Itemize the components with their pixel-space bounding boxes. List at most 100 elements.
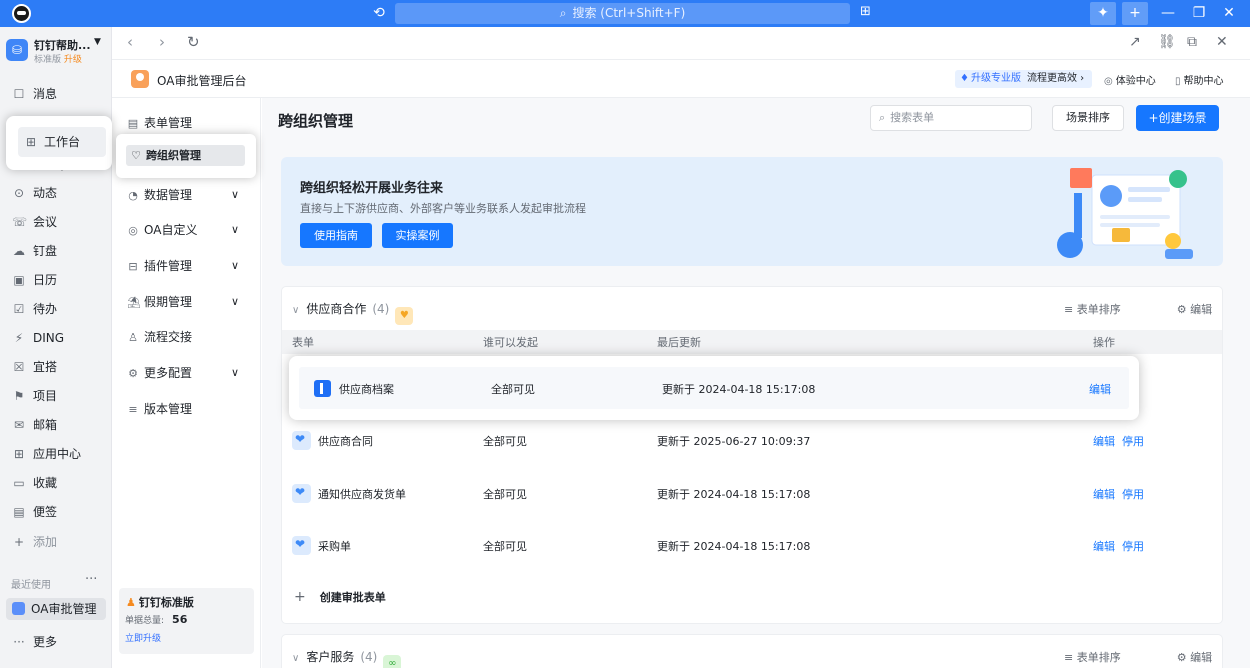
disable-link[interactable]: 停用 — [1122, 433, 1144, 449]
plus-icon[interactable]: + — [1122, 2, 1148, 25]
back-icon[interactable]: ‹ — [127, 33, 133, 51]
group-edit-button[interactable]: ⚙ 编辑 — [1177, 303, 1240, 316]
org-name: 钉钉帮助... — [34, 39, 91, 52]
share-icon[interactable]: ↗ — [1129, 34, 1141, 50]
edit-link[interactable]: 编辑 — [1089, 381, 1111, 397]
vacation-icon: ⛱ — [127, 296, 141, 309]
page-title: 跨组织管理 — [278, 112, 354, 130]
org-switcher[interactable]: ⛁ 钉钉帮助... ▼ 标准版 升级 — [6, 37, 106, 67]
restore-icon[interactable]: ❐ — [1186, 2, 1212, 25]
create-scene-button[interactable]: +创建场景 — [1136, 105, 1219, 131]
nav-item[interactable]: ☁ 钉盘 — [12, 240, 57, 262]
magic-wand-icon[interactable]: ✦ — [1090, 2, 1116, 25]
form-updated: 更新于 2024-04-18 15:17:08 — [657, 540, 811, 553]
nav-item[interactable]: ☏ 会议 — [12, 211, 57, 233]
oa-app-icon — [131, 70, 149, 88]
table-row-highlighted[interactable]: 供应商档案 全部可见 更新于 2024-04-18 15:17:08 编辑 — [299, 367, 1129, 409]
add-icon: + — [13, 535, 25, 549]
title-bar: ⟲ ⌕ 搜索 (Ctrl+Shift+F) ⊞ ✦ + — ❐ ✕ — [0, 0, 1250, 27]
menu-item[interactable]: ⊟ 插件管理 — [127, 256, 192, 276]
group-edit-button[interactable]: ⚙ 编辑 — [1177, 651, 1240, 664]
chevron-down-icon[interactable]: ∨ — [231, 259, 239, 272]
help-center-link[interactable]: ▯ 帮助中心 — [1175, 72, 1224, 87]
dingtalk-logo-icon[interactable] — [12, 4, 31, 23]
menu-cross-org[interactable]: ♡ 跨组织管理 — [126, 145, 245, 166]
menu-item[interactable]: ⛱ 假期管理 — [127, 292, 192, 312]
workbench-highlight: ⊞ 工作台 — [6, 116, 112, 170]
experience-center-link[interactable]: ◎ 体验中心 — [1104, 72, 1156, 87]
form-search-input[interactable]: ⌕ 搜索表单 — [870, 105, 1032, 131]
mail-icon: ✉ — [13, 418, 25, 432]
ding-icon: ⚡ — [14, 331, 24, 345]
table-row[interactable]: 供应商合同 全部可见 更新于 2025-06-27 10:09:37 编辑停用 — [282, 415, 1222, 467]
form-updated: 更新于 2025-06-27 10:09:37 — [657, 435, 811, 448]
open-window-icon[interactable]: ⧉ — [1187, 34, 1197, 50]
disable-link[interactable]: 停用 — [1122, 486, 1144, 502]
global-search-input[interactable]: ⌕ 搜索 (Ctrl+Shift+F) — [395, 3, 850, 24]
activity-icon: ⊙ — [13, 186, 25, 200]
close-tab-icon[interactable]: ✕ — [1216, 34, 1228, 50]
diamond-icon: ♦ — [960, 73, 969, 84]
nav-item[interactable]: ⚑ 项目 — [12, 385, 57, 407]
nav-item[interactable]: ⊞ 应用中心 — [12, 443, 81, 465]
group-header[interactable]: ∨ 客户服务 (4) ∞ — [292, 648, 402, 668]
create-approval-form-button[interactable]: + 创建审批表单 — [294, 589, 386, 605]
disable-link[interactable]: 停用 — [1122, 538, 1144, 554]
nav-item[interactable]: ▣ 日历 — [12, 269, 57, 291]
link-icon[interactable]: ⛓ — [1158, 34, 1176, 50]
nav-item[interactable]: ▤ 便签 — [12, 501, 57, 523]
form-name: 通知供应商发货单 — [318, 488, 406, 501]
nav-item[interactable]: ☐ 消息 — [12, 83, 57, 105]
table-row[interactable]: 采购单 全部可见 更新于 2024-04-18 15:17:08 编辑停用 — [282, 520, 1222, 572]
edit-link[interactable]: 编辑 — [1093, 433, 1115, 449]
chevron-down-icon[interactable]: ∨ — [231, 366, 239, 379]
more-dots-icon[interactable]: ··· — [85, 572, 97, 587]
scan-icon[interactable]: ⊞ — [860, 4, 871, 19]
menu-item[interactable]: ⚙ 更多配置 — [127, 363, 192, 383]
edit-link[interactable]: 编辑 — [1093, 538, 1115, 554]
guide-button[interactable]: 使用指南 — [300, 223, 372, 248]
table-row[interactable]: 通知供应商发货单 全部可见 更新于 2024-04-18 15:17:08 编辑停用 — [282, 468, 1222, 520]
nav-workbench[interactable]: ⊞ 工作台 — [18, 127, 106, 157]
archive-icon — [314, 380, 331, 397]
handover-icon: ♙ — [128, 331, 138, 344]
menu-item[interactable]: ≡ 版本管理 — [127, 399, 192, 419]
scene-sort-button[interactable]: 场景排序 — [1052, 105, 1124, 131]
menu-item[interactable]: ▤ 表单管理 — [127, 113, 192, 133]
nav-item[interactable]: ⊙ 动态 — [12, 182, 57, 204]
forward-icon[interactable]: › — [159, 33, 165, 51]
recent-app-oa[interactable]: OA审批管理 — [6, 598, 106, 620]
chevron-down-icon[interactable]: ∨ — [231, 223, 239, 236]
nav-more[interactable]: ··· 更多 — [12, 631, 57, 653]
menu-item[interactable]: ◔ 数据管理 — [127, 185, 192, 205]
group-tools: ≡ 表单排序 ⚙ 编辑 — [1064, 301, 1250, 317]
calendar-icon: ▣ — [13, 273, 25, 287]
refresh-icon[interactable]: ↻ — [187, 33, 200, 51]
upgrade-now-link[interactable]: 立即升级 — [125, 631, 161, 644]
handshake-icon: ♥ — [395, 307, 414, 325]
case-button[interactable]: 实操案例 — [382, 223, 453, 248]
edit-link[interactable]: 编辑 — [1093, 486, 1115, 502]
nav-item[interactable]: ☒ 宜搭 — [12, 356, 57, 378]
history-icon[interactable]: ⟲ — [370, 4, 388, 22]
close-window-icon[interactable]: ✕ — [1216, 2, 1242, 25]
menu-item[interactable]: ◎ OA自定义 — [127, 220, 197, 240]
form-sort-button[interactable]: ≡ 表单排序 — [1064, 303, 1149, 316]
group-tools: ≡ 表单排序 ⚙ 编辑 — [1064, 649, 1250, 665]
cloud-drive-icon: ☁ — [13, 244, 25, 258]
chevron-down-icon[interactable]: ∨ — [231, 295, 239, 308]
meeting-icon: ☏ — [12, 215, 28, 229]
table-header: 表单 谁可以发起 最后更新 操作 — [282, 330, 1222, 354]
minimize-icon[interactable]: — — [1155, 2, 1181, 25]
upgrade-pro-banner[interactable]: ♦ 升级专业版 流程更高效 › — [955, 70, 1092, 88]
menu-item[interactable]: ♙ 流程交接 — [127, 327, 192, 347]
form-sort-button[interactable]: ≡ 表单排序 — [1064, 651, 1149, 664]
chevron-down-icon: ∨ — [292, 305, 300, 316]
group-header[interactable]: ∨ 供应商合作 (4) ♥ — [292, 300, 414, 325]
nav-item[interactable]: ⚡ DING — [12, 327, 64, 349]
nav-item[interactable]: + 添加 — [12, 531, 57, 553]
chevron-down-icon[interactable]: ∨ — [231, 188, 239, 201]
nav-item[interactable]: ✉ 邮箱 — [12, 414, 57, 436]
nav-item[interactable]: ☑ 待办 — [12, 298, 57, 320]
nav-item[interactable]: ▭ 收藏 — [12, 472, 57, 494]
